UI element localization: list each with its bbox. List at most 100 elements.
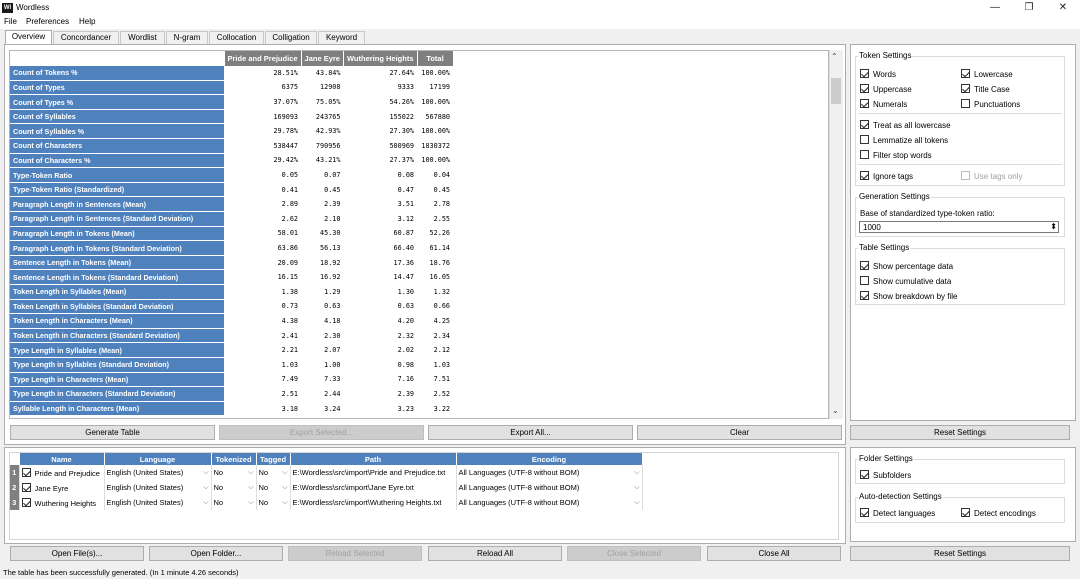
column-header-name[interactable]: Name: [19, 453, 105, 465]
file-row[interactable]: 1 Pride and Prejudice English (United Stat…: [10, 465, 643, 480]
table-cell[interactable]: 500969: [343, 138, 418, 154]
table-cell[interactable]: 0.47: [343, 182, 418, 198]
menu-preferences[interactable]: Preferences: [26, 17, 69, 26]
table-cell[interactable]: 7.16: [343, 372, 418, 388]
table-cell[interactable]: 12908: [301, 80, 344, 96]
show-percentage-checkbox[interactable]: Show percentage data: [860, 261, 953, 271]
row-header[interactable]: Sentence Length in Tokens (Mean): [10, 255, 224, 271]
table-cell[interactable]: 3.51: [343, 196, 418, 213]
table-cell[interactable]: 2.10: [301, 211, 344, 227]
table-cell[interactable]: 0.08: [343, 167, 418, 183]
table-cell[interactable]: 3.24: [301, 401, 344, 417]
row-header[interactable]: Count of Types %: [10, 94, 224, 110]
table-cell[interactable]: 243765: [301, 109, 344, 125]
table-cell[interactable]: 45.30: [301, 226, 344, 242]
table-row[interactable]: Syllable Length in Characters (Mean) 3.18…: [10, 401, 454, 417]
row-number[interactable]: 3: [10, 495, 20, 510]
file-name-cell[interactable]: Wuthering Heights: [19, 495, 105, 510]
table-cell[interactable]: 1.03: [417, 357, 454, 373]
table-cell[interactable]: 52.26: [417, 226, 454, 242]
row-header[interactable]: Paragraph Length in Sentences (Standard …: [10, 211, 224, 227]
minimize-button[interactable]: —: [978, 0, 1012, 16]
table-cell[interactable]: 37.07%: [224, 94, 302, 110]
table-row[interactable]: Token Length in Syllables (Mean) 1.38 1.29…: [10, 284, 454, 300]
table-cell[interactable]: 4.18: [301, 313, 344, 329]
treat-lowercase-checkbox[interactable]: Treat as all lowercase: [860, 120, 951, 130]
row-header[interactable]: Type Length in Characters (Standard Devi…: [10, 386, 224, 402]
column-header-total[interactable]: Total: [417, 51, 454, 66]
table-cell[interactable]: 54.26%: [343, 94, 418, 110]
row-header[interactable]: Paragraph Length in Sentences (Mean): [10, 196, 224, 213]
row-header[interactable]: Paragraph Length in Tokens (Mean): [10, 226, 224, 242]
table-cell[interactable]: 16.92: [301, 269, 344, 285]
table-row[interactable]: Count of Tokens % 28.51% 43.84% 27.64% 100.0…: [10, 65, 454, 81]
spin-arrows-icon[interactable]: ⬍: [1050, 222, 1057, 231]
path-cell[interactable]: E:\Wordless\src\import\Jane Eyre.txt: [290, 480, 457, 495]
row-header[interactable]: Count of Characters: [10, 138, 224, 154]
uppercase-checkbox[interactable]: Uppercase: [860, 84, 912, 94]
table-cell[interactable]: 18.76: [417, 255, 454, 271]
close-window-button[interactable]: ✕: [1046, 0, 1080, 16]
table-cell[interactable]: 2.41: [224, 328, 302, 344]
table-cell[interactable]: 0.73: [224, 299, 302, 315]
tab-colligation[interactable]: Colligation: [265, 31, 317, 44]
tokenized-dropdown[interactable]: No ⌵: [211, 495, 257, 510]
row-header[interactable]: Type-Token Ratio (Standardized): [10, 182, 224, 198]
tab-wordlist[interactable]: Wordlist: [120, 31, 165, 44]
row-header[interactable]: Syllable Length in Characters (Mean): [10, 401, 224, 417]
tagged-dropdown[interactable]: No ⌵: [256, 465, 291, 480]
tagged-dropdown[interactable]: No ⌵: [256, 495, 291, 510]
table-cell[interactable]: 4.20: [343, 313, 418, 329]
row-header[interactable]: Count of Characters %: [10, 153, 224, 169]
row-header[interactable]: Count of Syllables: [10, 109, 224, 125]
generate-table-button[interactable]: Generate Table: [10, 425, 215, 440]
column-header-path[interactable]: Path: [290, 453, 457, 465]
export-all-button[interactable]: Export All...: [428, 425, 633, 440]
table-row[interactable]: Count of Syllables 169093 243765 155022 5678…: [10, 109, 454, 125]
reload-selected-button[interactable]: Reload Selected: [288, 546, 422, 561]
lowercase-checkbox[interactable]: Lowercase: [961, 69, 1013, 79]
table-row[interactable]: Count of Types 6375 12908 9333 17199: [10, 80, 454, 96]
table-cell[interactable]: 0.04: [417, 167, 454, 183]
table-cell[interactable]: 63.86: [224, 240, 302, 256]
table-cell[interactable]: 29.42%: [224, 153, 302, 169]
file-name-cell[interactable]: Pride and Prejudice: [19, 465, 105, 480]
open-folder-button[interactable]: Open Folder...: [149, 546, 283, 561]
clear-button[interactable]: Clear: [637, 425, 842, 440]
table-cell[interactable]: 27.64%: [343, 65, 418, 81]
language-dropdown[interactable]: English (United States) ⌵: [104, 465, 212, 480]
tab-keyword[interactable]: Keyword: [318, 31, 365, 44]
row-header[interactable]: Token Length in Syllables (Mean): [10, 284, 224, 300]
scrollbar-thumb[interactable]: [831, 78, 841, 104]
table-cell[interactable]: 1.32: [417, 284, 454, 300]
table-row[interactable]: Paragraph Length in Sentences (Standard …: [10, 211, 454, 227]
row-header[interactable]: Token Length in Syllables (Standard Devi…: [10, 299, 224, 315]
table-cell[interactable]: 155022: [343, 109, 418, 125]
table-cell[interactable]: 0.45: [417, 182, 454, 198]
tokenized-dropdown[interactable]: No ⌵: [211, 465, 257, 480]
table-cell[interactable]: 18.92: [301, 255, 344, 271]
table-cell[interactable]: 0.05: [224, 167, 302, 183]
table-row[interactable]: Paragraph Length in Sentences (Mean) 2.89…: [10, 196, 454, 213]
table-cell[interactable]: 538447: [224, 138, 302, 154]
encoding-dropdown[interactable]: All Languages (UTF-8 without BOM) ⌵: [456, 480, 643, 495]
table-row[interactable]: Token Length in Characters (Standard Dev…: [10, 328, 454, 344]
file-checkbox[interactable]: [21, 497, 31, 507]
open-files-button[interactable]: Open File(s)...: [10, 546, 144, 561]
table-cell[interactable]: 169093: [224, 109, 302, 125]
table-cell[interactable]: 0.41: [224, 182, 302, 198]
table-cell[interactable]: 56.13: [301, 240, 344, 256]
table-row[interactable]: Token Length in Characters (Mean) 4.38 4.1…: [10, 313, 454, 329]
close-all-button[interactable]: Close All: [707, 546, 841, 561]
tab-concordancer[interactable]: Concordancer: [53, 31, 119, 44]
words-checkbox[interactable]: Words: [860, 69, 896, 79]
table-cell[interactable]: 17199: [417, 80, 454, 96]
column-header-pride[interactable]: Pride and Prejudice: [224, 51, 302, 66]
table-cell[interactable]: 1.00: [301, 357, 344, 373]
file-row[interactable]: 2 Jane Eyre English (United States) ⌵ No ⌵ No ⌵…: [10, 480, 643, 495]
table-cell[interactable]: 790956: [301, 138, 344, 154]
punctuations-checkbox[interactable]: Punctuations: [961, 99, 1020, 109]
row-header[interactable]: Sentence Length in Tokens (Standard Devi…: [10, 269, 224, 285]
table-cell[interactable]: 9333: [343, 80, 418, 96]
table-cell[interactable]: 3.12: [343, 211, 418, 227]
